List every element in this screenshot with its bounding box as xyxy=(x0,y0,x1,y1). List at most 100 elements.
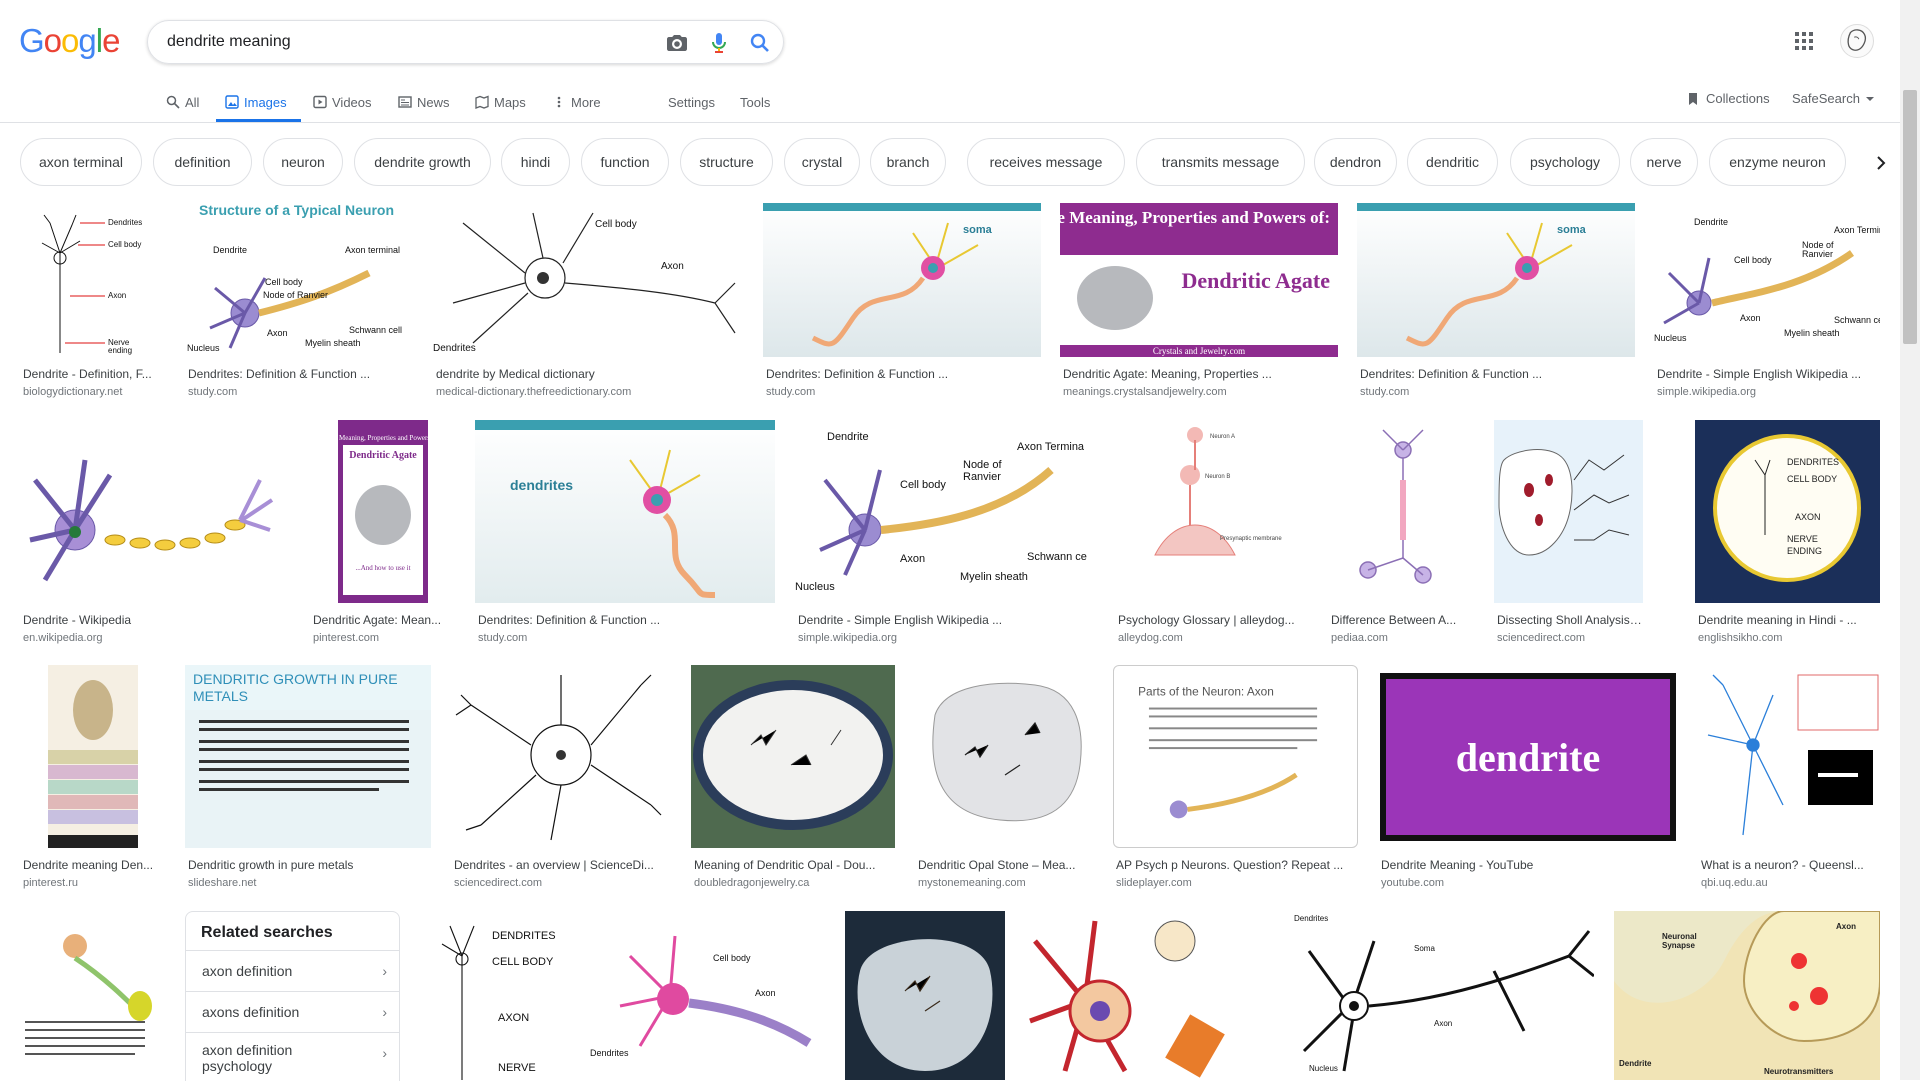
result-title[interactable]: Dendrite meaning Den... xyxy=(23,858,163,872)
google-logo[interactable]: Google xyxy=(19,22,120,62)
image-result[interactable]: Meaning of Dendritic Opal - Dou... doubl… xyxy=(691,665,895,895)
result-thumbnail[interactable]: Dendrite Cell body Node of Ranvier Axon Term… xyxy=(1654,203,1880,357)
result-thumbnail[interactable]: Dendrites Soma Axon Nucleus xyxy=(1294,911,1594,1080)
result-thumbnail[interactable]: The Meaning, Properties and Powers of: De… xyxy=(1060,203,1338,357)
result-thumbnail[interactable]: soma xyxy=(763,203,1041,357)
result-thumbnail[interactable]: Structure of a Typical Neuron Dendrite Cel… xyxy=(185,203,413,357)
chip-hindi[interactable]: hindi xyxy=(501,138,570,186)
result-thumbnail[interactable] xyxy=(1328,420,1474,603)
image-result[interactable]: Dendrite Cell body Node of Ranvier Axon Term… xyxy=(795,420,1095,650)
related-search-item[interactable]: axon definition psychology › xyxy=(186,1033,399,1081)
scrollbar-thumb[interactable] xyxy=(1903,90,1917,344)
result-title[interactable]: Dendrite - Definition, F... xyxy=(23,367,163,381)
result-title[interactable]: Dendrites: Definition & Function ... xyxy=(478,613,773,627)
result-title[interactable]: Dendritic growth in pure metals xyxy=(188,858,428,872)
chip-neuron[interactable]: neuron xyxy=(263,138,343,186)
chip-dendrite-growth[interactable]: dendrite growth xyxy=(354,138,491,186)
search-input[interactable]: dendrite meaning xyxy=(167,33,291,51)
chip-axon-terminal[interactable]: axon terminal xyxy=(20,138,142,186)
image-result[interactable]: Cell body Axon Dendrites xyxy=(585,911,825,1080)
search-box[interactable]: dendrite meaning xyxy=(147,20,784,64)
result-thumbnail[interactable] xyxy=(915,665,1093,848)
result-thumbnail[interactable] xyxy=(691,665,895,848)
image-result[interactable]: DENDRITES CELL BODY AXON NERVE ENDING Dendri… xyxy=(1695,420,1880,650)
result-title[interactable]: What is a neuron? - Queensl... xyxy=(1701,858,1879,872)
chip-crystal[interactable]: crystal xyxy=(784,138,860,186)
result-title[interactable]: Dendrite - Wikipedia xyxy=(23,613,288,627)
result-thumbnail[interactable] xyxy=(20,420,290,603)
result-thumbnail[interactable] xyxy=(451,665,671,848)
result-thumbnail[interactable] xyxy=(845,911,1005,1080)
result-title[interactable]: Dendrite - Simple English Wikipedia ... xyxy=(1657,367,1877,381)
result-thumbnail[interactable]: Cell body Axon Dendrites xyxy=(433,203,743,357)
image-result[interactable]: Dendrites Cell body Axon Nerve ending Dendri… xyxy=(20,203,165,403)
result-thumbnail[interactable] xyxy=(1698,665,1880,848)
image-result[interactable]: Parts of the Neuron: Axon AP Psych p Neu… xyxy=(1113,665,1358,895)
collections-button[interactable]: Collections xyxy=(1686,91,1770,106)
image-result[interactable]: DENDRITES CELL BODY AXON NERVE xyxy=(420,911,565,1080)
image-result[interactable] xyxy=(1025,911,1274,1080)
result-title[interactable]: AP Psych p Neurons. Question? Repeat ... xyxy=(1116,858,1356,872)
result-thumbnail[interactable]: dendrite xyxy=(1378,665,1678,848)
chip-function[interactable]: function xyxy=(581,138,669,186)
result-thumbnail[interactable]: soma xyxy=(1357,203,1635,357)
image-result[interactable]: Neuronal Synapse Axon Dendrite Neurotransmit… xyxy=(1614,911,1880,1080)
tab-settings[interactable]: Settings xyxy=(668,91,715,113)
result-title[interactable]: Meaning of Dendritic Opal - Dou... xyxy=(694,858,894,872)
tab-images[interactable]: Images xyxy=(225,91,287,113)
image-result[interactable]: Neuron A Neuron B Presynaptic membrane Psy… xyxy=(1115,420,1308,650)
image-result[interactable]: Dendritic Opal Stone – Mea... mystonemea… xyxy=(915,665,1093,895)
result-title[interactable]: Dendritic Opal Stone – Mea... xyxy=(918,858,1093,872)
image-result[interactable]: Dendrites - an overview | ScienceDi... s… xyxy=(451,665,671,895)
search-icon[interactable] xyxy=(748,31,772,55)
related-search-item[interactable]: axon definition › xyxy=(186,951,399,992)
chips-next-button[interactable] xyxy=(1862,144,1900,182)
safesearch-button[interactable]: SafeSearch xyxy=(1792,91,1874,106)
result-title[interactable]: Dendrite - Simple English Wikipedia ... xyxy=(798,613,1093,627)
image-result[interactable]: Dendrite - Wikipedia en.wikipedia.org xyxy=(20,420,290,650)
result-thumbnail[interactable] xyxy=(20,911,165,1080)
result-thumbnail[interactable]: Parts of the Neuron: Axon xyxy=(1113,665,1358,848)
image-result[interactable]: Dissecting Sholl Analysis into... scienc… xyxy=(1494,420,1643,650)
image-result[interactable]: Dendrite meaning Den... pinterest.ru xyxy=(20,665,165,895)
image-result[interactable] xyxy=(20,911,165,1080)
result-title[interactable]: Dendritic Agate: Meaning, Properties ... xyxy=(1063,367,1333,381)
chip-psychology[interactable]: psychology xyxy=(1510,138,1620,186)
result-thumbnail[interactable] xyxy=(1494,420,1643,603)
microphone-icon[interactable] xyxy=(707,31,731,55)
result-thumbnail[interactable]: Dendrite Cell body Node of Ranvier Axon Term… xyxy=(795,420,1095,603)
result-title[interactable]: Dissecting Sholl Analysis into... xyxy=(1497,613,1642,627)
result-thumbnail[interactable]: Neuron A Neuron B Presynaptic membrane xyxy=(1115,420,1308,603)
result-thumbnail[interactable]: DENDRITES CELL BODY AXON NERVE xyxy=(420,911,565,1080)
result-thumbnail[interactable] xyxy=(20,665,165,848)
related-search-item[interactable]: axons definition › xyxy=(186,992,399,1033)
apps-grid-icon[interactable] xyxy=(1794,31,1814,51)
tab-all[interactable]: All xyxy=(166,91,199,113)
tab-videos[interactable]: Videos xyxy=(313,91,372,113)
chip-dendritic[interactable]: dendritic xyxy=(1407,138,1498,186)
result-title[interactable]: dendrite by Medical dictionary xyxy=(436,367,741,381)
result-title[interactable]: Dendrites: Definition & Function ... xyxy=(766,367,1036,381)
result-thumbnail[interactable]: DENDRITES CELL BODY AXON NERVE ENDING xyxy=(1695,420,1880,603)
result-title[interactable]: Dendritic Agate: Mean... xyxy=(313,613,453,627)
result-thumbnail[interactable]: The Meaning, Properties and Powers of: De… xyxy=(310,420,455,603)
image-result[interactable]: Dendrite Cell body Node of Ranvier Axon Term… xyxy=(1654,203,1880,403)
image-result[interactable]: The Meaning, Properties and Powers of: De… xyxy=(1060,203,1338,403)
chip-dendron[interactable]: dendron xyxy=(1314,138,1397,186)
image-result[interactable]: The Meaning, Properties and Powers of: De… xyxy=(310,420,455,650)
chip-branch[interactable]: branch xyxy=(870,138,946,186)
result-title[interactable]: Dendrites: Definition & Function ... xyxy=(188,367,408,381)
result-title[interactable]: Dendrite Meaning - YouTube xyxy=(1381,858,1676,872)
result-thumbnail[interactable]: Neuronal Synapse Axon Dendrite Neurotransmit… xyxy=(1614,911,1880,1080)
result-title[interactable]: Dendrite meaning in Hindi - ... xyxy=(1698,613,1878,627)
result-thumbnail[interactable]: DENDRITIC GROWTH IN PURE METALS xyxy=(185,665,431,848)
account-avatar[interactable] xyxy=(1840,24,1874,58)
tab-more[interactable]: More xyxy=(552,91,601,113)
image-result[interactable]: DENDRITIC GROWTH IN PURE METALS Dendriti… xyxy=(185,665,431,895)
chip-structure[interactable]: structure xyxy=(680,138,773,186)
image-result[interactable]: Dendrites Soma Axon Nucleus xyxy=(1294,911,1594,1080)
tab-maps[interactable]: Maps xyxy=(475,91,526,113)
tab-tools[interactable]: Tools xyxy=(740,91,770,113)
chip-transmits-message[interactable]: transmits message xyxy=(1136,138,1305,186)
result-title[interactable]: Psychology Glossary | alleydog... xyxy=(1118,613,1308,627)
